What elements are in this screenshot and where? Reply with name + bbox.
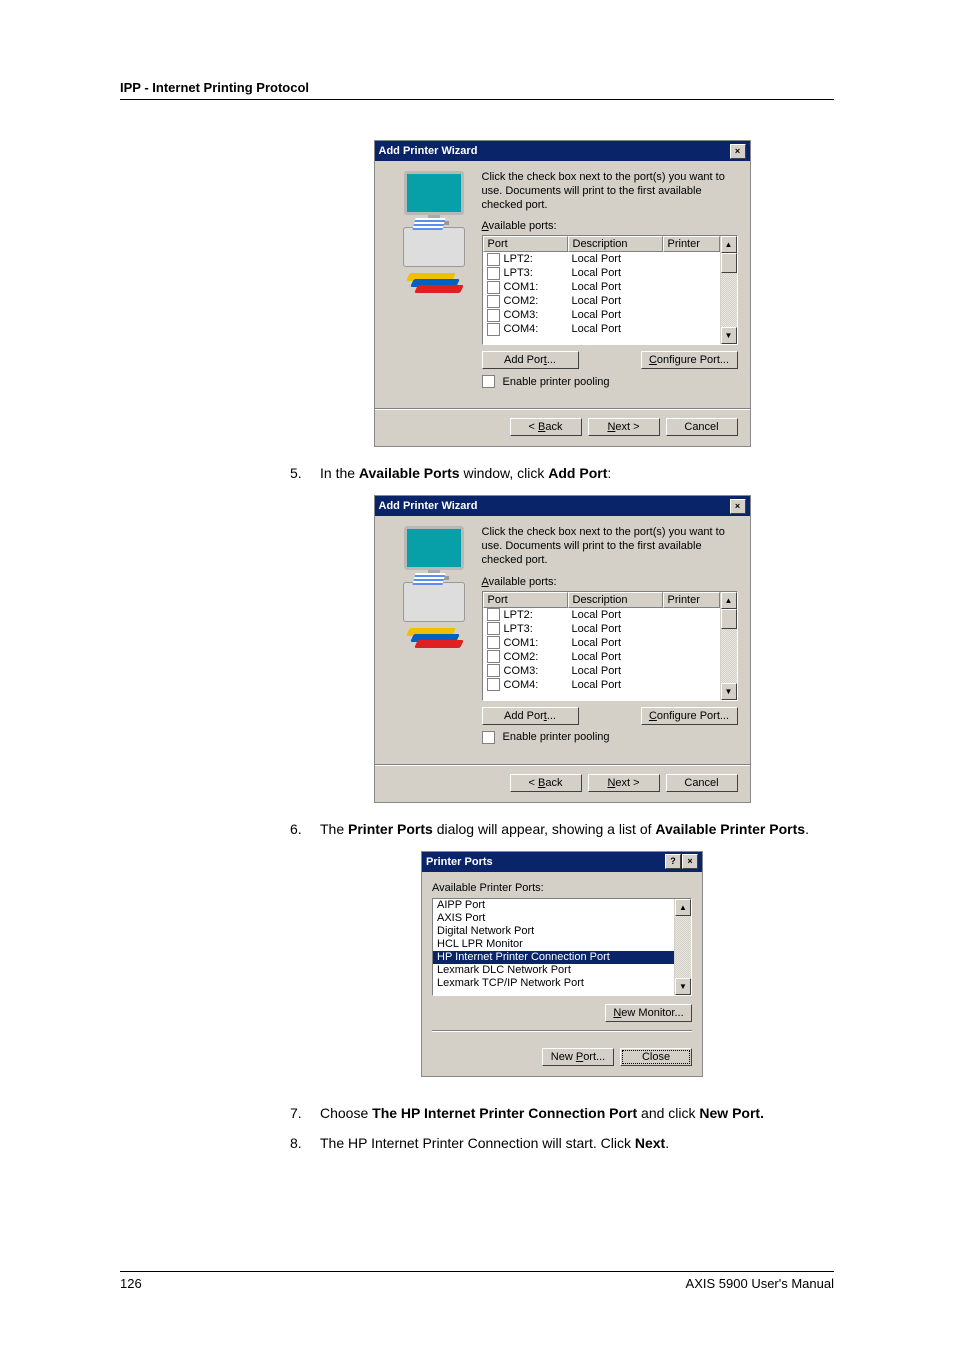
port-row[interactable]: COM4:Local Port — [483, 322, 720, 336]
printer-port-item[interactable]: AIPP Port — [433, 899, 674, 912]
hint-text: Click the check box next to the port(s) … — [482, 526, 738, 567]
available-printer-ports-list[interactable]: AIPP PortAXIS PortDigital Network PortHC… — [432, 898, 692, 996]
cancel-button[interactable]: Cancel — [666, 418, 738, 436]
add-printer-wizard-dialog-1: Add Printer Wizard × Click the check box… — [374, 140, 751, 447]
enable-printer-pooling-checkbox[interactable]: Enable printer pooling — [482, 731, 738, 744]
titlebar: Add Printer Wizard × — [375, 496, 750, 516]
next-button[interactable]: Next > — [588, 418, 660, 436]
available-ports-label: Available ports: — [482, 576, 738, 588]
wizard-illustration — [387, 171, 482, 388]
printer-port-item[interactable]: HCL LPR Monitor — [433, 938, 674, 951]
port-row[interactable]: LPT2:Local Port — [483, 608, 720, 622]
add-port-button[interactable]: Add Port... — [482, 351, 579, 369]
port-row[interactable]: COM4:Local Port — [483, 678, 720, 692]
printer-port-item[interactable]: AXIS Port — [433, 912, 674, 925]
add-port-button[interactable]: Add Port... — [482, 707, 579, 725]
step-8: 8. The HP Internet Printer Connection wi… — [290, 1135, 834, 1151]
close-icon[interactable]: × — [682, 854, 698, 869]
port-row[interactable]: LPT2:Local Port — [483, 252, 720, 266]
page-number: 126 — [120, 1276, 142, 1291]
titlebar: Printer Ports ? × — [422, 852, 702, 872]
printer-port-item[interactable]: Digital Network Port — [433, 925, 674, 938]
scroll-up-icon[interactable]: ▲ — [721, 236, 737, 253]
port-row[interactable]: COM3:Local Port — [483, 664, 720, 678]
scroll-up-icon[interactable]: ▲ — [675, 899, 691, 916]
titlebar: Add Printer Wizard × — [375, 141, 750, 161]
step-7: 7. Choose The HP Internet Printer Connec… — [290, 1105, 834, 1121]
scroll-down-icon[interactable]: ▼ — [721, 327, 737, 344]
help-icon[interactable]: ? — [665, 854, 681, 869]
enable-printer-pooling-checkbox[interactable]: Enable printer pooling — [482, 375, 738, 388]
configure-port-button[interactable]: Configure Port... — [641, 351, 738, 369]
col-header-description[interactable]: Description — [568, 592, 663, 608]
port-row[interactable]: LPT3:Local Port — [483, 266, 720, 280]
list-scrollbar[interactable]: ▲ ▼ — [674, 899, 691, 995]
port-row[interactable]: LPT3:Local Port — [483, 622, 720, 636]
title-text: Printer Ports — [426, 856, 493, 868]
col-header-description[interactable]: Description — [568, 236, 663, 252]
new-monitor-button[interactable]: New Monitor... — [605, 1004, 692, 1022]
page-footer: 126 AXIS 5900 User's Manual — [120, 1271, 834, 1291]
scroll-down-icon[interactable]: ▼ — [675, 978, 691, 995]
printer-port-item[interactable]: Lexmark DLC Network Port — [433, 964, 674, 977]
printer-port-item[interactable]: HP Internet Printer Connection Port — [433, 951, 674, 964]
col-header-printer[interactable]: Printer — [663, 236, 720, 252]
hint-text: Click the check box next to the port(s) … — [482, 171, 738, 212]
add-printer-wizard-dialog-2: Add Printer Wizard × Click the check box… — [374, 495, 751, 802]
scroll-up-icon[interactable]: ▲ — [721, 592, 737, 609]
list-scrollbar[interactable]: ▲ ▼ — [720, 592, 737, 700]
port-row[interactable]: COM2:Local Port — [483, 294, 720, 308]
cancel-button[interactable]: Cancel — [666, 774, 738, 792]
back-button[interactable]: < Back — [510, 418, 582, 436]
title-text: Add Printer Wizard — [379, 145, 478, 157]
close-button[interactable]: Close — [620, 1048, 692, 1066]
scroll-down-icon[interactable]: ▼ — [721, 683, 737, 700]
port-row[interactable]: COM3:Local Port — [483, 308, 720, 322]
col-header-printer[interactable]: Printer — [663, 592, 720, 608]
port-row[interactable]: COM2:Local Port — [483, 650, 720, 664]
port-row[interactable]: COM1:Local Port — [483, 636, 720, 650]
printer-ports-dialog: Printer Ports ? × Available Printer Port… — [421, 851, 703, 1077]
close-icon[interactable]: × — [730, 499, 746, 514]
page-header: IPP - Internet Printing Protocol — [120, 80, 834, 100]
available-ports-list[interactable]: Port Description Printer LPT2:Local Port… — [482, 235, 738, 345]
manual-name: AXIS 5900 User's Manual — [686, 1276, 834, 1291]
step-5: 5. In the Available Ports window, click … — [290, 465, 834, 481]
configure-port-button[interactable]: Configure Port... — [641, 707, 738, 725]
available-ports-list[interactable]: Port Description Printer LPT2:Local Port… — [482, 591, 738, 701]
next-button[interactable]: Next > — [588, 774, 660, 792]
title-text: Add Printer Wizard — [379, 500, 478, 512]
printer-port-item[interactable]: Lexmark TCP/IP Network Port — [433, 977, 674, 990]
new-port-button[interactable]: New Port... — [542, 1048, 614, 1066]
wizard-illustration — [387, 526, 482, 743]
list-scrollbar[interactable]: ▲ ▼ — [720, 236, 737, 344]
back-button[interactable]: < Back — [510, 774, 582, 792]
available-ports-label: Available ports: — [482, 220, 738, 232]
available-printer-ports-label: Available Printer Ports: — [432, 882, 692, 894]
col-header-port[interactable]: Port — [483, 236, 568, 252]
step-6: 6. The Printer Ports dialog will appear,… — [290, 821, 834, 837]
port-row[interactable]: COM1:Local Port — [483, 280, 720, 294]
close-icon[interactable]: × — [730, 144, 746, 159]
col-header-port[interactable]: Port — [483, 592, 568, 608]
